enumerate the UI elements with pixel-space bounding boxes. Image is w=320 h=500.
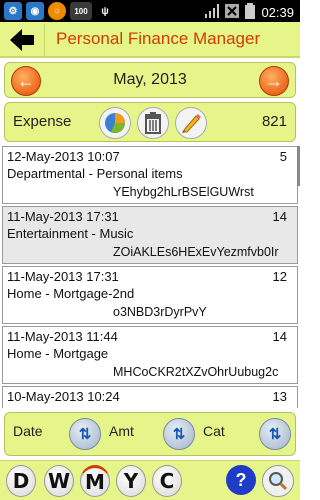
wifi-off-icon [225, 4, 240, 21]
search-icon [269, 472, 288, 491]
view-year-label: Y [123, 469, 139, 493]
sort-amount-label: Amt [109, 423, 134, 439]
expense-total: 821 [261, 113, 287, 130]
camera-notification-icon: ◉ [26, 2, 44, 20]
transaction-category: Home - Mortgage [7, 346, 109, 361]
sort-by-category-button[interactable]: ⇅ [259, 418, 291, 450]
usb-icon: ψ [101, 5, 109, 17]
sort-arrows-icon: ⇅ [268, 426, 282, 443]
transaction-date: 10-May-2013 10:24 [7, 389, 120, 404]
view-custom-label: C [159, 469, 175, 493]
app-header: Personal Finance Manager [0, 22, 300, 58]
list-scrollbar[interactable] [297, 146, 300, 186]
view-month-label: M [85, 470, 105, 494]
status-bar: ⚙ ◉ ○ 100 ψ 02:39 [0, 0, 300, 22]
sort-bar: Date ⇅ Amt ⇅ Cat ⇅ [4, 412, 296, 456]
transaction-amount: 13 [272, 389, 287, 404]
settings-notification-icon: ⚙ [4, 2, 22, 20]
transaction-amount: 14 [272, 209, 287, 224]
transaction-note: o3NBD3rDyrPvY [113, 305, 207, 319]
view-month-button[interactable]: M [80, 465, 110, 497]
transaction-category: Entertainment - Music [7, 226, 134, 241]
transaction-category: Home - Mortgage-2nd [7, 286, 135, 301]
battery-100-icon: 100 [70, 2, 92, 20]
header-divider [44, 24, 45, 56]
help-icon: ? [235, 469, 247, 490]
view-day-button[interactable]: D [6, 465, 36, 497]
edit-button[interactable] [175, 107, 207, 139]
clock: 02:39 [261, 5, 294, 20]
transaction-amount: 14 [272, 329, 287, 344]
help-button[interactable]: ? [226, 465, 256, 495]
view-day-label: D [12, 469, 30, 493]
delete-button[interactable] [137, 107, 169, 139]
transaction-amount: 5 [279, 149, 287, 164]
expense-summary: Expense 821 [4, 102, 296, 142]
transaction-category: Departmental - Personal items [7, 166, 183, 181]
app-notification-icon: ○ [48, 2, 66, 20]
expense-label: Expense [13, 113, 72, 130]
sort-category-label: Cat [203, 423, 225, 439]
list-item[interactable]: 12-May-2013 10:07 5 Departmental - Perso… [2, 146, 298, 204]
view-week-label: W [47, 469, 71, 493]
battery-icon [245, 3, 256, 22]
signal-icon [205, 4, 220, 21]
bottom-nav: D W M Y C ? [0, 460, 300, 500]
app-title: Personal Finance Manager [56, 29, 261, 48]
list-item[interactable]: 11-May-2013 11:44 14 Home - Mortgage MHC… [2, 326, 298, 384]
transaction-date: 12-May-2013 10:07 [7, 149, 120, 164]
transaction-note: ZOiAKLEs6HExEvYezmfvb0Ir [113, 245, 279, 259]
view-custom-button[interactable]: C [152, 465, 182, 497]
pie-chart-button[interactable] [99, 107, 131, 139]
back-button[interactable] [10, 29, 36, 51]
next-month-button[interactable]: → [259, 66, 289, 96]
sort-arrows-icon: ⇅ [78, 426, 92, 443]
transaction-note: MHCoCKR2tXZvOhrUubug2c [113, 365, 279, 379]
sort-by-date-button[interactable]: ⇅ [69, 418, 101, 450]
transaction-amount: 12 [272, 269, 287, 284]
pencil-icon [182, 114, 201, 133]
transaction-date: 11-May-2013 17:31 [7, 269, 119, 284]
arrow-right-icon: → [265, 70, 283, 91]
list-item[interactable]: 11-May-2013 17:31 12 Home - Mortgage-2nd… [2, 266, 298, 324]
transaction-note: YEhybg2hLrBSElGUWrst [113, 185, 254, 199]
sort-arrows-icon: ⇅ [172, 426, 186, 443]
list-item[interactable]: 11-May-2013 17:31 14 Entertainment - Mus… [2, 206, 298, 264]
list-item[interactable]: 10-May-2013 10:24 13 [2, 386, 298, 408]
sort-by-amount-button[interactable]: ⇅ [163, 418, 195, 450]
transaction-date: 11-May-2013 17:31 [7, 209, 119, 224]
transaction-date: 11-May-2013 11:44 [7, 329, 118, 344]
pie-chart-icon [105, 113, 126, 134]
sort-date-label: Date [13, 423, 43, 439]
search-button[interactable] [262, 465, 294, 497]
transaction-list[interactable]: 12-May-2013 10:07 5 Departmental - Perso… [2, 146, 298, 408]
view-week-button[interactable]: W [44, 465, 74, 497]
current-month-label: May, 2013 [113, 71, 187, 88]
month-navigator: ← May, 2013 → [4, 62, 296, 98]
trash-icon [145, 112, 161, 134]
view-year-button[interactable]: Y [116, 465, 146, 497]
back-arrow-icon [10, 29, 34, 51]
